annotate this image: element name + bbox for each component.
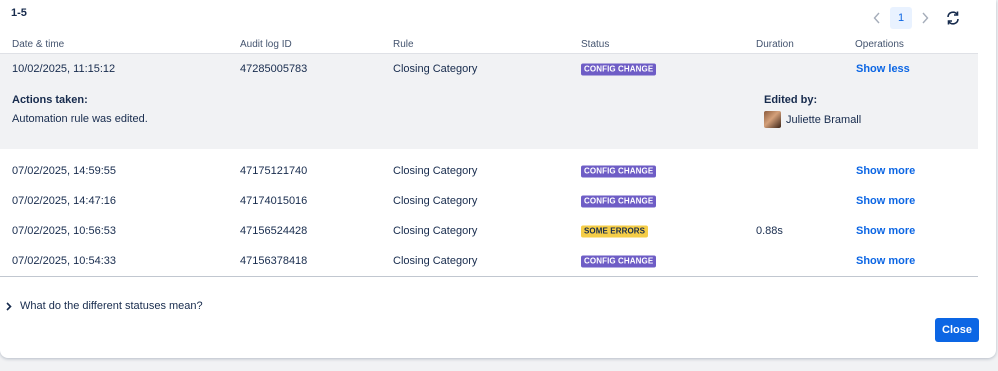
- show-more-link[interactable]: Show more: [856, 195, 915, 207]
- row-status: SOME ERRORS: [581, 225, 649, 238]
- column-header-status: Status: [581, 39, 610, 50]
- row-rule: Closing Category: [393, 255, 478, 267]
- table-header: Date & time Audit log ID Rule Status Dur…: [0, 37, 978, 54]
- row-audit-log-id: 47285005783: [240, 63, 308, 75]
- row-audit-log-id: 47174015016: [240, 195, 308, 207]
- row-datetime: 07/02/2025, 14:59:55: [12, 165, 116, 177]
- row-datetime: 07/02/2025, 14:47:16: [12, 195, 116, 207]
- status-badge: SOME ERRORS: [581, 225, 649, 238]
- table-row: 07/02/2025, 14:47:16 47174015016 Closing…: [0, 186, 978, 216]
- table-row: 10/02/2025, 11:15:12 47285005783 Closing…: [0, 54, 978, 84]
- table-row: 07/02/2025, 10:56:53 47156524428 Closing…: [0, 216, 978, 246]
- show-less-link[interactable]: Show less: [856, 63, 910, 75]
- row-audit-log-id: 47175121740: [240, 165, 308, 177]
- status-badge: CONFIG CHANGE: [581, 195, 657, 208]
- pagination: 1: [868, 7, 934, 29]
- statuses-help-toggle[interactable]: What do the different statuses mean?: [6, 300, 203, 312]
- result-range: 1-5: [11, 7, 27, 19]
- show-more-link[interactable]: Show more: [856, 255, 915, 267]
- column-header-operations: Operations: [855, 39, 904, 50]
- status-badge: CONFIG CHANGE: [581, 255, 657, 268]
- statuses-help-label: What do the different statuses mean?: [20, 300, 203, 312]
- row-status: CONFIG CHANGE: [581, 165, 657, 178]
- expanded-row-details: 10/02/2025, 11:15:12 47285005783 Closing…: [0, 54, 978, 149]
- table-row: 07/02/2025, 14:59:55 47175121740 Closing…: [0, 156, 978, 186]
- chevron-right-icon: [6, 301, 12, 311]
- row-rule: Closing Category: [393, 195, 478, 207]
- actions-taken-text: Automation rule was edited.: [12, 113, 148, 125]
- row-rule: Closing Category: [393, 63, 478, 75]
- row-datetime: 10/02/2025, 11:15:12: [12, 63, 116, 75]
- close-button[interactable]: Close: [935, 318, 979, 342]
- row-rule: Closing Category: [393, 165, 478, 177]
- show-more-link[interactable]: Show more: [856, 165, 915, 177]
- audit-log-panel: 1-5 1 Date & time Audit log ID Rule Stat…: [0, 0, 996, 358]
- row-status: CONFIG CHANGE: [581, 63, 657, 76]
- page-number-current[interactable]: 1: [890, 7, 912, 29]
- row-datetime: 07/02/2025, 10:56:53: [12, 225, 116, 237]
- edited-by-label: Edited by:: [764, 94, 818, 106]
- column-header-audit-log-id: Audit log ID: [240, 39, 292, 50]
- column-header-duration: Duration: [756, 39, 794, 50]
- show-more-link[interactable]: Show more: [856, 225, 915, 237]
- row-audit-log-id: 47156524428: [240, 225, 308, 237]
- row-datetime: 07/02/2025, 10:54:33: [12, 255, 116, 267]
- row-status: CONFIG CHANGE: [581, 195, 657, 208]
- row-duration: 0.88s: [756, 225, 783, 237]
- previous-page-icon[interactable]: [868, 8, 886, 28]
- editor-name: Juliette Bramall: [786, 114, 862, 126]
- row-status: CONFIG CHANGE: [581, 255, 657, 268]
- status-badge: CONFIG CHANGE: [581, 165, 657, 178]
- actions-taken-label: Actions taken:: [12, 94, 88, 106]
- table-row: 07/02/2025, 10:54:33 47156378418 Closing…: [0, 246, 978, 276]
- row-rule: Closing Category: [393, 225, 478, 237]
- status-badge: CONFIG CHANGE: [581, 63, 657, 76]
- column-header-datetime: Date & time: [12, 39, 65, 50]
- column-header-rule: Rule: [393, 39, 414, 50]
- refresh-icon[interactable]: [944, 9, 962, 27]
- next-page-icon[interactable]: [916, 8, 934, 28]
- avatar: [764, 111, 781, 128]
- row-audit-log-id: 47156378418: [240, 255, 308, 267]
- table-bottom-divider: [0, 276, 978, 277]
